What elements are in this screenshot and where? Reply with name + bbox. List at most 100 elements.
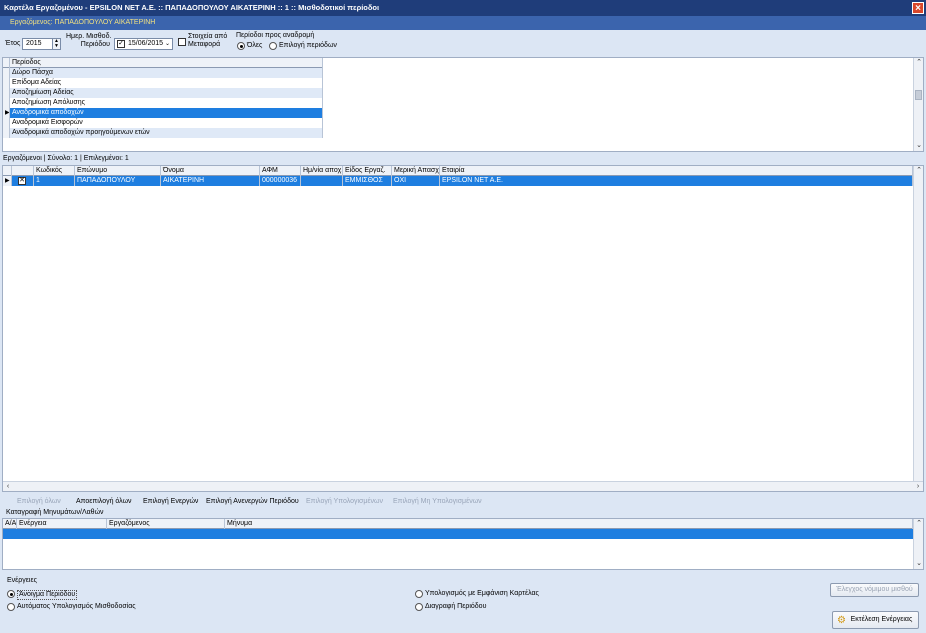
employees-summary-strip: Εργαζόμενοι | Σύνολο: 1 | Επιλεγμένοι: 1 bbox=[0, 154, 926, 164]
messages-column-header[interactable]: Α/Α bbox=[3, 519, 17, 529]
employee-cell-part-time: ΟΧΙ bbox=[392, 176, 440, 186]
period-row[interactable]: ▶ Αναδρομικά αποδοχών bbox=[3, 108, 323, 118]
messages-column-header[interactable]: Μήνυμα bbox=[225, 519, 913, 529]
period-name: Αναδρομικά Εισφορών bbox=[10, 118, 323, 128]
year-spinner[interactable]: 2015 ▲ ▼ bbox=[22, 38, 61, 50]
pay-date-value: 15/06/2015 bbox=[128, 40, 164, 47]
employees-column-header[interactable]: Κωδικός bbox=[34, 166, 75, 176]
row-pointer-icon: ▶ bbox=[3, 176, 12, 186]
scroll-down-icon[interactable]: ⌄ bbox=[914, 141, 924, 151]
employees-column-header[interactable]: Εταιρία bbox=[440, 166, 913, 176]
radio-delete-period-label: Διαγραφή Περιόδου bbox=[425, 603, 487, 610]
operations-section: Ενέργειες Άνοιγμα Περιόδου Αυτόματος Υπο… bbox=[0, 574, 926, 633]
employees-hscroll[interactable]: ‹ › bbox=[3, 481, 923, 491]
radio-select-periods-label: Επιλογή περιόδων bbox=[279, 42, 337, 49]
period-row[interactable]: Αναδρομικά αποδοχών προηγούμενων ετών bbox=[3, 128, 323, 138]
messages-title: Καταγραφή Μηνυμάτων/Λαθών bbox=[6, 509, 104, 516]
messages-selected-row[interactable] bbox=[3, 529, 913, 539]
employees-column-header[interactable]: Μερική Απασχ. bbox=[392, 166, 440, 176]
spinner-arrows-icon[interactable]: ▲ ▼ bbox=[52, 39, 60, 49]
period-row[interactable]: Αναδρομικά Εισφορών bbox=[3, 118, 323, 128]
periods-header-label: Περίοδος bbox=[10, 58, 323, 68]
execute-button[interactable]: ⚙ Εκτέλεση Ενέργειας bbox=[832, 611, 919, 629]
select-calculated-button[interactable]: Επιλογή Υπολογισμένων bbox=[306, 496, 383, 508]
transfer-checkbox[interactable] bbox=[178, 38, 186, 46]
chevron-down-icon[interactable]: ⌄ bbox=[165, 39, 170, 49]
employees-column-header[interactable]: Όνομα bbox=[161, 166, 260, 176]
employees-vscroll[interactable]: ⌃ bbox=[913, 166, 923, 481]
messages-column-header[interactable]: Εργαζόμενος bbox=[107, 519, 225, 529]
year-value: 2015 bbox=[26, 40, 42, 47]
period-row[interactable]: Επίδομα Αδείας bbox=[3, 78, 323, 88]
scroll-up-icon[interactable]: ⌃ bbox=[914, 519, 924, 529]
scroll-left-icon[interactable]: ‹ bbox=[3, 482, 13, 492]
employees-column-header[interactable]: Επώνυμο bbox=[75, 166, 161, 176]
scroll-down-icon[interactable]: ⌄ bbox=[914, 559, 924, 569]
period-row[interactable]: Αποζημίωση Αδείας bbox=[3, 88, 323, 98]
messages-column-header[interactable]: Ενέργεια bbox=[17, 519, 107, 529]
period-name: Αποζημίωση Απόλυσης bbox=[10, 98, 323, 108]
radio-open-period-label: Άνοιγμα Περιόδου bbox=[17, 590, 78, 600]
periods-vscroll[interactable]: ⌃ ⌄ bbox=[913, 58, 923, 151]
employee-cell-afm: 000000036 bbox=[260, 176, 301, 186]
messages-vscroll[interactable]: ⌃ ⌄ bbox=[913, 519, 923, 569]
close-button[interactable]: × bbox=[912, 2, 924, 14]
close-icon: × bbox=[915, 3, 921, 14]
execute-label: Εκτέλεση Ενέργειας bbox=[850, 616, 913, 623]
select-all-button[interactable]: Επιλογή όλων bbox=[17, 496, 61, 508]
employees-column-header[interactable]: ΑΦΜ bbox=[260, 166, 301, 176]
radio-calc-show[interactable] bbox=[415, 590, 423, 598]
employee-cell-code: 1 bbox=[34, 176, 75, 186]
selection-actions-bar: Επιλογή όλων Αποεπιλογή όλων Επιλογή Ενε… bbox=[0, 496, 926, 508]
row-indicator bbox=[3, 88, 10, 98]
period-name: Αναδρομικά αποδοχών bbox=[10, 108, 323, 118]
select-active-button[interactable]: Επιλογή Ενεργών bbox=[143, 496, 198, 508]
select-inactive-button[interactable]: Επιλογή Ανενεργών Περιόδου bbox=[206, 496, 299, 508]
period-row[interactable]: Αποζημίωση Απόλυσης bbox=[3, 98, 323, 108]
employees-header: Κωδικός Επώνυμο Όνομα ΑΦΜ Ημ/νία αποχ. Είδος … bbox=[3, 166, 913, 176]
radio-auto-calc[interactable] bbox=[7, 603, 15, 611]
row-indicator bbox=[3, 118, 10, 128]
pay-date-label-2: Περιόδου bbox=[80, 41, 110, 48]
messages-panel: Α/Α Ενέργεια Εργαζόμενος Μήνυμα ⌃ ⌄ bbox=[2, 518, 924, 570]
employee-row[interactable]: ▶ ✕ 1 ΠΑΠΑΔΟΠΟΥΛΟΥ ΑΙΚΑΤΕΡΙΝΗ 000000036 ΕΜΜΙΣΘ… bbox=[3, 176, 913, 186]
select-not-calculated-button[interactable]: Επιλογή Μη Υπολογισμένων bbox=[393, 496, 482, 508]
radio-open-period[interactable] bbox=[7, 590, 15, 598]
scroll-up-icon[interactable]: ⌃ bbox=[914, 58, 924, 68]
gears-icon: ⚙ bbox=[837, 615, 846, 626]
transfer-label-2: Μεταφορά bbox=[188, 41, 221, 48]
scroll-thumb[interactable] bbox=[915, 90, 922, 100]
employees-summary: Εργαζόμενοι | Σύνολο: 1 | Επιλεγμένοι: 1 bbox=[3, 155, 129, 162]
periods-header: Περίοδος bbox=[3, 58, 323, 68]
periods-panel: Περίοδος Δώρο Πάσχα Επίδομα Αδείας Αποζημί… bbox=[2, 57, 924, 152]
period-name: Δώρο Πάσχα bbox=[10, 68, 323, 78]
radio-delete-period[interactable] bbox=[415, 603, 423, 611]
radio-calc-show-label: Υπολογισμός με Εμφάνιση Καρτέλας bbox=[425, 590, 539, 597]
employee-bar: Εργαζόμενος: ΠΑΠΑΔΟΠΟΥΛΟΥ ΑΙΚΑΤΕΡΙΝΗ bbox=[0, 16, 926, 30]
employee-cell-type: ΕΜΜΙΣΘΟΣ bbox=[343, 176, 392, 186]
scroll-up-icon[interactable]: ⌃ bbox=[914, 166, 924, 176]
row-indicator bbox=[3, 78, 10, 88]
window-title: Καρτέλα Εργαζομένου - EPSILON NET A.E. :… bbox=[4, 3, 380, 12]
row-pointer-icon: ▶ bbox=[3, 108, 10, 118]
employees-column-header[interactable]: Είδος Εργαζ. bbox=[343, 166, 392, 176]
messages-title-strip: Καταγραφή Μηνυμάτων/Λαθών bbox=[0, 508, 926, 517]
employee-select-checkbox[interactable]: ✕ bbox=[18, 177, 26, 185]
transfer-label-1: Στοιχεία από bbox=[188, 33, 228, 40]
scroll-right-icon[interactable]: › bbox=[913, 482, 923, 492]
deselect-all-button[interactable]: Αποεπιλογή όλων bbox=[76, 496, 132, 508]
radio-all-label: Όλες bbox=[247, 42, 263, 49]
period-row[interactable]: Δώρο Πάσχα bbox=[3, 68, 323, 78]
radio-all[interactable] bbox=[237, 42, 245, 50]
pay-date-picker[interactable]: ✓ 15/06/2015 ⌄ bbox=[114, 38, 173, 50]
radio-select-periods[interactable] bbox=[269, 42, 277, 50]
row-indicator bbox=[3, 68, 10, 78]
law-check-button[interactable]: Έλεγχος νόμιμου μισθού bbox=[830, 583, 919, 597]
employee-cell-name: ΑΙΚΑΤΕΡΙΝΗ bbox=[161, 176, 260, 186]
employees-column-header[interactable]: Ημ/νία αποχ. bbox=[301, 166, 343, 176]
period-name: Αποζημίωση Αδείας bbox=[10, 88, 323, 98]
pay-date-checkbox[interactable]: ✓ bbox=[117, 40, 125, 48]
employee-cell-leave-date bbox=[301, 176, 343, 186]
operations-title: Ενέργειες bbox=[7, 577, 37, 584]
messages-header: Α/Α Ενέργεια Εργαζόμενος Μήνυμα bbox=[3, 519, 913, 529]
